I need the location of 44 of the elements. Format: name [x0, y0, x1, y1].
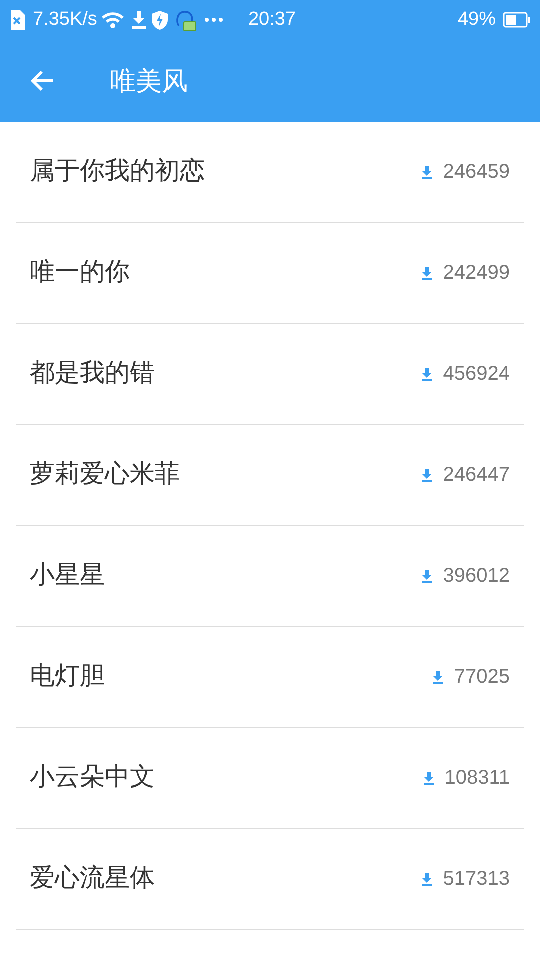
download-icon: [422, 772, 435, 784]
download-count: 396012: [443, 564, 510, 589]
font-list-item[interactable]: 小星星 396012: [16, 526, 524, 626]
download-icon: [421, 266, 434, 280]
font-list-item[interactable]: 萝莉爱心米菲 246447: [16, 425, 524, 525]
font-list-item[interactable]: 小云朵中文 108311: [16, 728, 524, 828]
font-name: 爱心流星体: [30, 863, 155, 894]
download-icon: [421, 166, 434, 178]
font-name: 小星星: [30, 560, 105, 592]
clock: 20:37: [248, 8, 296, 32]
download-count: 77025: [454, 665, 510, 690]
download-icon: [421, 368, 434, 380]
download-count: 517313: [443, 867, 510, 892]
font-list-item[interactable]: 唯一的你 242499: [16, 223, 524, 323]
font-name: 小云朵中文: [30, 762, 155, 794]
font-name: 都是我的错: [30, 358, 155, 390]
network-speed: 7.35K/s: [33, 8, 98, 32]
download-icon: [421, 468, 434, 482]
download-icon: [131, 11, 148, 29]
font-list-item[interactable]: 电灯胆 77025: [16, 627, 524, 727]
font-name: 属于你我的初恋: [30, 156, 205, 188]
font-name: 电灯胆: [30, 661, 105, 692]
download-count: 108311: [444, 766, 510, 791]
download-icon: [432, 670, 444, 684]
battery-percent: 49%: [458, 8, 496, 32]
shield-icon: [152, 10, 168, 30]
download-count: 246447: [443, 463, 510, 488]
more-icon: [204, 17, 224, 23]
battery-icon: [503, 12, 531, 28]
download-count: 246459: [443, 160, 510, 185]
font-list-item[interactable]: 都是我的错 456924: [16, 324, 524, 424]
back-arrow-icon: [29, 69, 55, 93]
font-name: 萝莉爱心米菲: [30, 459, 180, 490]
font-list-item[interactable]: 爱心流星体 517313: [16, 829, 524, 929]
download-icon: [421, 570, 434, 582]
download-count: 456924: [443, 362, 510, 387]
download-icon: [421, 872, 434, 886]
assistant-icon: [176, 8, 198, 32]
page-title: 唯美风: [110, 64, 188, 98]
font-list-item[interactable]: 属于你我的初恋 246459: [16, 122, 524, 222]
download-count: 242499: [443, 261, 510, 286]
wifi-icon: [101, 11, 126, 29]
font-name: 唯一的你: [30, 257, 130, 288]
sim-icon: [9, 10, 25, 30]
